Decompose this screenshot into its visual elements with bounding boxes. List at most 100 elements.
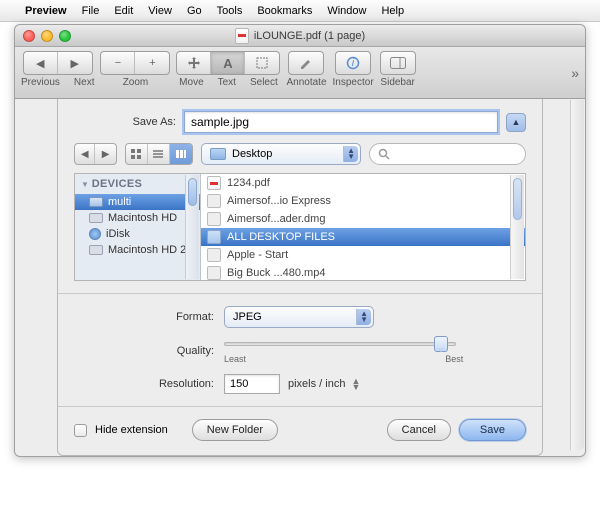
menu-tools[interactable]: Tools <box>217 5 243 17</box>
file-label: Aimersof...ader.dmg <box>227 213 325 225</box>
browser-sidebar: ▼ DEVICES multi Macintosh HD iDisk Macintos… <box>75 174 201 280</box>
sidebar-item-macintosh-hd[interactable]: Macintosh HD <box>75 210 200 226</box>
file-row[interactable]: Aimersof...ader.dmg <box>201 210 525 228</box>
file-icon <box>207 248 221 262</box>
inspector-group: i Inspector <box>333 51 374 88</box>
move-tool[interactable] <box>177 52 211 74</box>
divider <box>58 293 542 294</box>
popup-arrows-icon: ▲▼ <box>360 311 368 323</box>
mode-group: A Move Text Select <box>176 51 280 88</box>
move-label: Move <box>179 77 203 88</box>
previous-label: Previous <box>21 77 60 88</box>
file-row[interactable]: Big Buck ...480.mp4 <box>201 264 525 280</box>
file-icon <box>207 266 221 280</box>
next-label: Next <box>74 77 95 88</box>
svg-text:i: i <box>352 57 355 69</box>
menu-help[interactable]: Help <box>381 5 404 17</box>
sidebar-toggle-button[interactable] <box>381 52 415 74</box>
sidebar-section-devices: ▼ DEVICES <box>75 174 200 194</box>
view-mode <box>125 143 193 165</box>
save-as-input[interactable] <box>184 111 498 133</box>
quality-slider[interactable]: Least Best <box>224 336 526 366</box>
slider-track <box>224 342 456 346</box>
search-input[interactable] <box>394 148 517 160</box>
sidebar-item-label: Macintosh HD 2 <box>108 244 186 256</box>
pdf-file-icon <box>235 28 249 44</box>
zoom-group: − + Zoom <box>100 51 170 88</box>
toolbar: ◀ ▶ Previous Next − + Zoom A <box>15 47 585 99</box>
file-label: 1234.pdf <box>227 177 270 189</box>
save-as-label: Save As: <box>74 116 184 128</box>
resolution-input[interactable] <box>224 374 280 394</box>
file-row[interactable]: Aimersof...io Express <box>201 192 525 210</box>
save-button[interactable]: Save <box>459 419 526 441</box>
zoom-in-button[interactable]: + <box>135 52 169 74</box>
select-label: Select <box>250 77 278 88</box>
file-label: ALL DESKTOP FILES <box>227 231 335 243</box>
format-value: JPEG <box>233 311 262 323</box>
sidebar-item-idisk[interactable]: iDisk <box>75 226 200 242</box>
sidebar-item-multi[interactable]: multi <box>75 194 200 210</box>
cancel-button[interactable]: Cancel <box>387 419 451 441</box>
sidebar-item-macintosh-hd-2[interactable]: Macintosh HD 2 <box>75 242 200 258</box>
nav-group: ◀ ▶ Previous Next <box>21 51 94 88</box>
slider-thumb[interactable] <box>434 336 448 352</box>
menu-file[interactable]: File <box>82 5 100 17</box>
sidebar-group: Sidebar <box>380 51 416 88</box>
annotate-button[interactable] <box>289 52 323 74</box>
hide-extension-checkbox[interactable] <box>74 424 87 437</box>
icon-view-button[interactable] <box>126 144 148 164</box>
select-tool[interactable] <box>245 52 279 74</box>
back-button[interactable]: ◀ <box>75 144 95 164</box>
file-scroll-thumb[interactable] <box>513 178 522 220</box>
divider <box>58 406 542 407</box>
menu-edit[interactable]: Edit <box>114 5 133 17</box>
system-menubar: Preview File Edit View Go Tools Bookmark… <box>0 0 600 22</box>
text-tool[interactable]: A <box>211 52 245 74</box>
title-text: iLOUNGE.pdf (1 page) <box>254 30 365 42</box>
resolution-label: Resolution: <box>74 378 224 390</box>
sidebar-scroll-thumb[interactable] <box>188 178 197 206</box>
next-button[interactable]: ▶ <box>58 52 92 74</box>
resolution-stepper[interactable]: ▲▼ <box>351 378 360 390</box>
previous-button[interactable]: ◀ <box>24 52 58 74</box>
hide-extension-label[interactable]: Hide extension <box>95 424 168 436</box>
sidebar-item-label: multi <box>108 196 131 208</box>
file-column: 1234.pdf Aimersof...io Express Aimersof...… <box>201 174 525 280</box>
popup-arrows-icon: ▲▼ <box>347 148 355 160</box>
file-scrollbar[interactable] <box>510 175 524 279</box>
menu-go[interactable]: Go <box>187 5 202 17</box>
menu-window[interactable]: Window <box>327 5 366 17</box>
disclosure-toggle[interactable]: ▲ <box>506 113 526 132</box>
history-nav: ◀ ▶ <box>74 143 117 165</box>
column-view-button[interactable] <box>170 144 192 164</box>
location-popup[interactable]: Desktop ▲▼ <box>201 143 361 165</box>
inspector-button[interactable]: i <box>336 52 370 74</box>
file-row[interactable]: ALL DESKTOP FILES▶ <box>201 228 525 246</box>
file-label: Aimersof...io Express <box>227 195 331 207</box>
menu-view[interactable]: View <box>148 5 172 17</box>
sidebar-item-label: iDisk <box>106 228 130 240</box>
resolution-unit: pixels / inch <box>288 378 345 390</box>
toolbar-overflow-icon[interactable]: » <box>571 65 579 81</box>
file-label: Apple - Start <box>227 249 288 261</box>
format-popup[interactable]: JPEG ▲▼ <box>224 306 374 328</box>
menu-bookmarks[interactable]: Bookmarks <box>257 5 312 17</box>
inspector-label: Inspector <box>333 77 374 88</box>
list-view-button[interactable] <box>148 144 170 164</box>
file-row[interactable]: 1234.pdf <box>201 174 525 192</box>
annotate-group: Annotate <box>286 51 326 88</box>
sidebar-scrollbar[interactable] <box>185 175 199 279</box>
file-icon <box>207 212 221 226</box>
file-row[interactable]: Apple - Start <box>201 246 525 264</box>
window-titlebar[interactable]: iLOUNGE.pdf (1 page) <box>15 25 585 47</box>
text-label: Text <box>218 77 236 88</box>
window-scrollbar[interactable] <box>570 100 584 450</box>
forward-button[interactable]: ▶ <box>95 144 115 164</box>
new-folder-button[interactable]: New Folder <box>192 419 278 441</box>
annotate-label: Annotate <box>286 77 326 88</box>
zoom-out-button[interactable]: − <box>101 52 135 74</box>
search-field[interactable] <box>369 143 526 165</box>
app-menu[interactable]: Preview <box>25 5 67 17</box>
sidebar-item-label: Macintosh HD <box>108 212 177 224</box>
